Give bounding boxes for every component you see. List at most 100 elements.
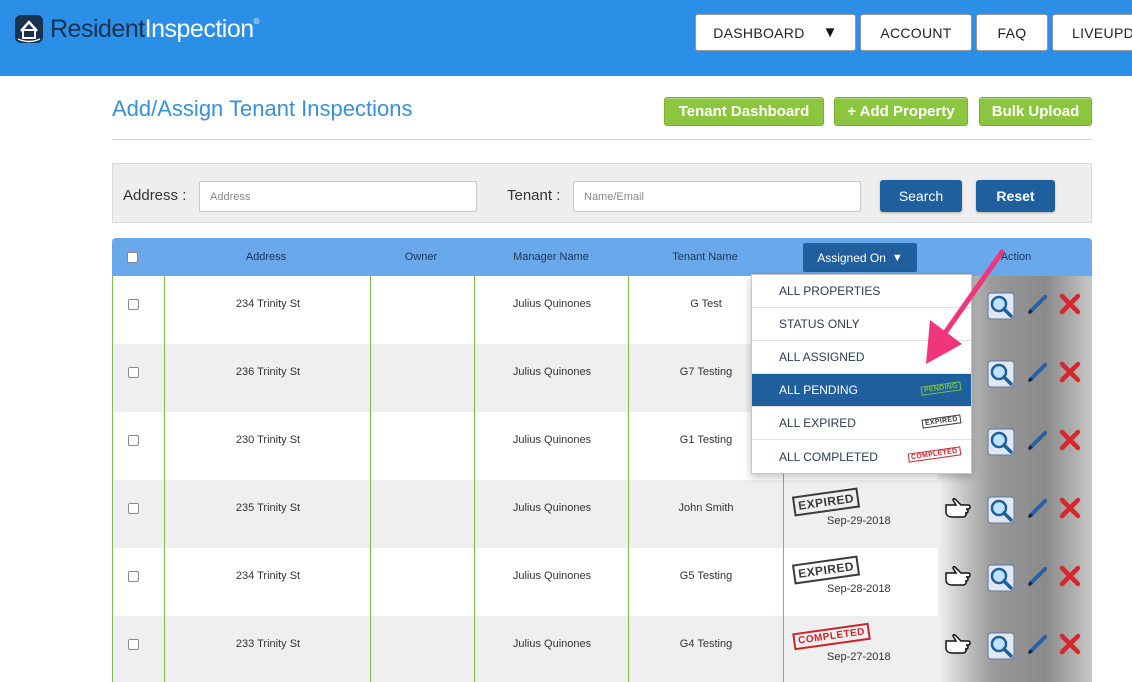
select-all-checkbox[interactable] — [127, 252, 138, 263]
column-divider — [164, 412, 165, 480]
assigned-on-label: Assigned On — [817, 250, 886, 265]
column-divider — [474, 412, 475, 480]
tenant-dashboard-button[interactable]: Tenant Dashboard — [664, 97, 824, 126]
column-divider — [474, 276, 475, 344]
column-divider — [370, 480, 371, 548]
title-divider — [112, 139, 1092, 140]
brand-logo[interactable]: ResidentInspection® — [12, 12, 260, 46]
address-cell: 235 Trinity St — [235, 502, 301, 514]
row-select-checkbox[interactable] — [128, 503, 139, 514]
column-divider — [628, 276, 629, 344]
column-divider — [370, 344, 371, 412]
pencil-icon[interactable] — [1026, 564, 1050, 593]
manager-cell: Julius Quinones — [512, 570, 592, 582]
manager-cell: Julius Quinones — [512, 366, 592, 378]
magnifier-icon[interactable] — [987, 496, 1015, 529]
brand-name: ResidentInspection® — [50, 14, 260, 43]
dropdown-item-label: ALL EXPIRED — [779, 416, 856, 430]
pencil-icon[interactable] — [1026, 496, 1050, 525]
dropdown-item-label: ALL PENDING — [779, 383, 858, 397]
status-stamp: COMPLETED — [792, 622, 872, 651]
app-root: ResidentInspection® DASHBOARD ▼ ACCOUNT … — [0, 0, 1132, 682]
address-cell: 236 Trinity St — [235, 366, 301, 378]
address-cell: 234 Trinity St — [235, 298, 301, 310]
pencil-icon[interactable] — [1026, 632, 1050, 661]
column-header-tenant[interactable]: Tenant Name — [628, 251, 782, 263]
row-select-checkbox[interactable] — [128, 367, 139, 378]
manager-cell: Julius Quinones — [512, 298, 592, 310]
reset-button[interactable]: Reset — [976, 180, 1055, 212]
manager-cell: Julius Quinones — [512, 434, 592, 446]
address-cell: 234 Trinity St — [235, 570, 301, 582]
dropdown-item-label: ALL ASSIGNED — [779, 350, 865, 364]
row-select-checkbox[interactable] — [128, 435, 139, 446]
column-divider — [783, 548, 784, 616]
delete-x-icon[interactable] — [1058, 292, 1082, 321]
address-filter-label: Address : — [123, 187, 187, 204]
pencil-icon[interactable] — [1026, 360, 1050, 389]
tenant-cell: G4 Testing — [679, 638, 733, 650]
column-divider — [783, 480, 784, 548]
dropdown-item-label: ALL COMPLETED — [779, 449, 878, 464]
row-select-checkbox[interactable] — [128, 639, 139, 650]
caret-down-icon: ▼ — [822, 24, 838, 41]
column-divider — [164, 276, 165, 344]
page-title: Add/Assign Tenant Inspections — [112, 96, 413, 121]
column-divider — [628, 548, 629, 616]
address-cell: 230 Trinity St — [235, 434, 301, 446]
column-divider — [164, 344, 165, 412]
pencil-icon[interactable] — [1026, 292, 1050, 321]
row-select-checkbox[interactable] — [128, 299, 139, 310]
annotation-arrow-icon — [926, 249, 1005, 364]
nav-dashboard-button[interactable]: DASHBOARD ▼ — [695, 14, 856, 51]
delete-x-icon[interactable] — [1058, 564, 1082, 593]
delete-x-icon[interactable] — [1058, 428, 1082, 457]
column-header-owner[interactable]: Owner — [370, 251, 472, 263]
row-select-checkbox[interactable] — [128, 571, 139, 582]
house-logo-icon — [12, 12, 46, 46]
nav-dashboard-label: DASHBOARD — [713, 24, 805, 41]
address-search-input[interactable]: Address — [199, 181, 477, 212]
column-divider — [164, 480, 165, 548]
magnifier-icon[interactable] — [987, 632, 1015, 665]
nav-account-button[interactable]: ACCOUNT — [860, 14, 972, 51]
magnifier-icon[interactable] — [987, 564, 1015, 597]
column-divider — [474, 344, 475, 412]
magnifier-icon[interactable] — [987, 428, 1015, 461]
column-header-address[interactable]: Address — [164, 251, 368, 263]
dropdown-item-all-completed[interactable]: ALL COMPLETED COMPLETED — [752, 440, 971, 473]
column-divider — [474, 480, 475, 548]
pointer-hand-icon[interactable] — [944, 564, 972, 591]
tenant-cell: John Smith — [678, 502, 734, 514]
assigned-date: Sep-27-2018 — [827, 651, 891, 663]
pencil-icon[interactable] — [1026, 428, 1050, 457]
table-row: 233 Trinity St Julius Quinones G4 Testing C… — [112, 616, 938, 682]
add-property-button[interactable]: + Add Property — [834, 97, 968, 126]
bulk-upload-button[interactable]: Bulk Upload — [979, 97, 1092, 126]
nav-faq-button[interactable]: FAQ — [976, 14, 1048, 51]
filter-panel: Address : Address Tenant : Name/Email Se… — [112, 163, 1092, 223]
column-divider — [370, 276, 371, 344]
address-cell: 233 Trinity St — [235, 638, 301, 650]
assigned-date: Sep-28-2018 — [827, 583, 891, 595]
dropdown-item-all-pending[interactable]: ALL PENDING PENDING — [752, 374, 971, 407]
tenant-search-input[interactable]: Name/Email — [573, 181, 861, 212]
nav-liveupdate-button[interactable]: LIVEUPD — [1052, 14, 1132, 51]
column-divider — [370, 412, 371, 480]
column-divider — [474, 548, 475, 616]
expired-stamp: EXPIRED — [921, 414, 962, 429]
status-stamp: EXPIRED — [791, 487, 861, 517]
pointer-hand-icon[interactable] — [944, 496, 972, 523]
completed-stamp: COMPLETED — [907, 446, 962, 463]
dropdown-item-label: STATUS ONLY — [779, 317, 860, 331]
column-header-manager[interactable]: Manager Name — [474, 251, 628, 263]
delete-x-icon[interactable] — [1058, 496, 1082, 525]
table-row: 234 Trinity St Julius Quinones G5 Testing E… — [112, 548, 938, 616]
column-divider — [370, 548, 371, 616]
pointer-hand-icon[interactable] — [944, 632, 972, 659]
delete-x-icon[interactable] — [1058, 360, 1082, 389]
manager-cell: Julius Quinones — [512, 638, 592, 650]
search-button[interactable]: Search — [880, 180, 962, 212]
dropdown-item-all-expired[interactable]: ALL EXPIRED EXPIRED — [752, 407, 971, 440]
delete-x-icon[interactable] — [1058, 632, 1082, 661]
